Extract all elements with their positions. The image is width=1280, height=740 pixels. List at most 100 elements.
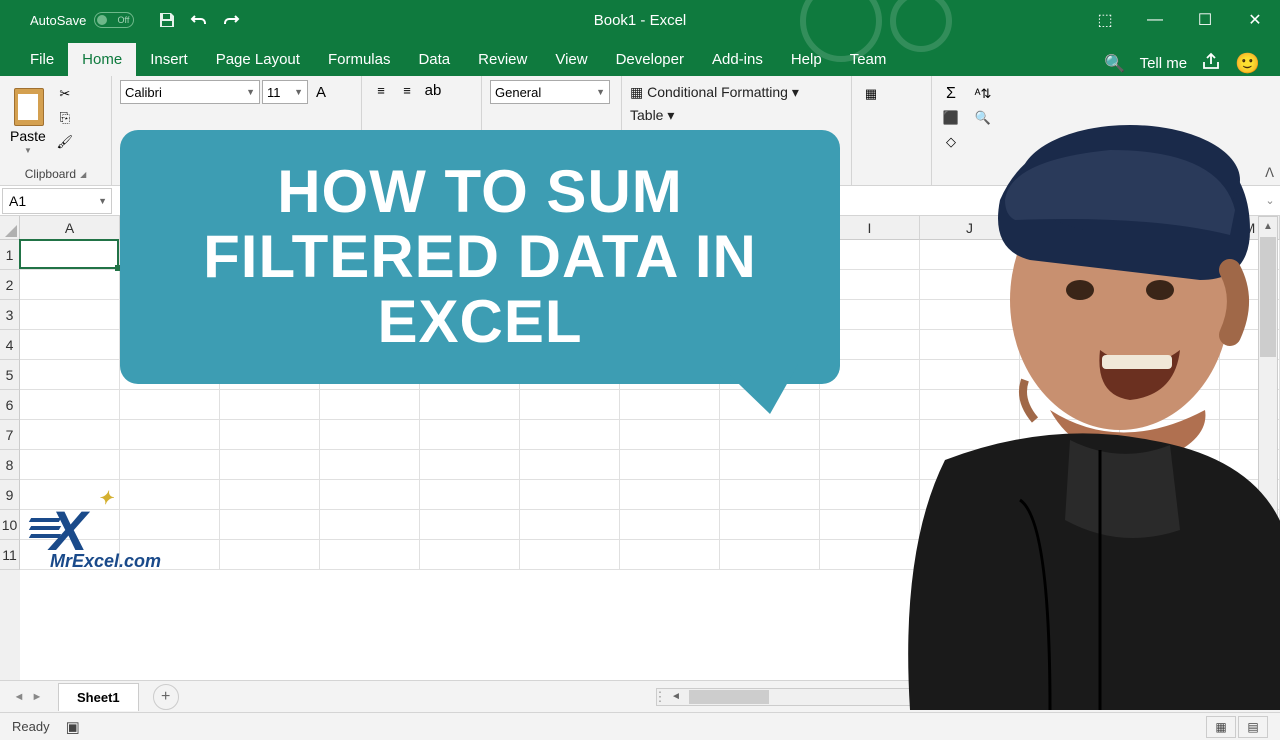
cell[interactable]	[520, 480, 620, 510]
tab-home[interactable]: Home	[68, 43, 136, 76]
row-header[interactable]: 1	[0, 240, 20, 270]
cell[interactable]	[320, 420, 420, 450]
find-select-icon[interactable]: 🔍	[972, 108, 994, 128]
cell[interactable]	[820, 390, 920, 420]
cell[interactable]	[220, 450, 320, 480]
cell[interactable]	[220, 480, 320, 510]
tab-review[interactable]: Review	[464, 43, 541, 76]
expand-formula-bar-icon[interactable]: ⌄	[1260, 194, 1280, 207]
ribbon-options-icon[interactable]: ⬚	[1080, 0, 1130, 40]
sort-filter-icon[interactable]: ᴬ⇅	[972, 84, 994, 104]
cell[interactable]	[1020, 360, 1120, 390]
cell[interactable]	[520, 390, 620, 420]
increase-font-icon[interactable]: A	[310, 82, 332, 102]
paste-button[interactable]: Paste ▼	[8, 80, 48, 157]
cell[interactable]	[1120, 300, 1220, 330]
cell[interactable]	[920, 330, 1020, 360]
cell[interactable]	[1120, 480, 1220, 510]
cell[interactable]	[20, 420, 120, 450]
cell[interactable]	[220, 420, 320, 450]
minimize-button[interactable]: —	[1130, 0, 1180, 40]
cell[interactable]	[1020, 300, 1120, 330]
cell[interactable]	[20, 240, 120, 270]
row-header[interactable]: 6	[0, 390, 20, 420]
number-format-combo[interactable]: General▼	[490, 80, 610, 104]
copy-icon[interactable]: ⎘	[54, 108, 76, 128]
cell[interactable]	[1020, 420, 1120, 450]
cell[interactable]	[620, 540, 720, 570]
row-header[interactable]: 7	[0, 420, 20, 450]
font-size-combo[interactable]: 11▼	[262, 80, 308, 104]
cell[interactable]	[1020, 390, 1120, 420]
cell[interactable]	[220, 540, 320, 570]
cell[interactable]	[1020, 510, 1120, 540]
cell[interactable]	[1120, 540, 1220, 570]
tab-page-layout[interactable]: Page Layout	[202, 43, 314, 76]
sheet-tab[interactable]: Sheet1	[58, 683, 139, 711]
cell[interactable]	[320, 510, 420, 540]
column-header[interactable]: A	[20, 216, 120, 240]
select-all-button[interactable]	[0, 216, 20, 240]
tab-file[interactable]: File	[16, 43, 68, 76]
cell[interactable]	[920, 390, 1020, 420]
cell[interactable]	[120, 540, 220, 570]
row-header[interactable]: 8	[0, 450, 20, 480]
align-top-icon[interactable]: ≡	[370, 80, 392, 100]
align-middle-icon[interactable]: ≡	[396, 80, 418, 100]
cell[interactable]	[920, 510, 1020, 540]
horizontal-scrollbar[interactable]: ⋮◄	[656, 688, 1256, 706]
cell[interactable]	[1120, 510, 1220, 540]
cell[interactable]	[120, 450, 220, 480]
cell[interactable]	[120, 510, 220, 540]
cell[interactable]	[1120, 420, 1220, 450]
cell[interactable]	[20, 360, 120, 390]
cell[interactable]	[1120, 390, 1220, 420]
search-icon[interactable]: 🔍	[1104, 54, 1125, 74]
cell[interactable]	[920, 540, 1020, 570]
cell[interactable]	[220, 510, 320, 540]
tab-developer[interactable]: Developer	[602, 43, 698, 76]
cell[interactable]	[1120, 330, 1220, 360]
row-header[interactable]: 9	[0, 480, 20, 510]
cell[interactable]	[20, 300, 120, 330]
cell[interactable]	[1020, 330, 1120, 360]
cell[interactable]	[920, 300, 1020, 330]
cell[interactable]	[20, 330, 120, 360]
cell[interactable]	[720, 480, 820, 510]
column-header[interactable]: J	[920, 216, 1020, 240]
conditional-formatting-button[interactable]: ▦ Conditional Formatting ▾	[630, 84, 799, 101]
tab-formulas[interactable]: Formulas	[314, 43, 405, 76]
row-header[interactable]: 11	[0, 540, 20, 570]
cell[interactable]	[920, 240, 1020, 270]
cell[interactable]	[820, 510, 920, 540]
name-box[interactable]: A1▼	[2, 188, 112, 214]
cell[interactable]	[720, 510, 820, 540]
cell[interactable]	[820, 540, 920, 570]
cell[interactable]	[920, 450, 1020, 480]
cell[interactable]	[20, 480, 120, 510]
cell[interactable]	[120, 390, 220, 420]
tab-view[interactable]: View	[541, 43, 601, 76]
cell[interactable]	[120, 420, 220, 450]
cell[interactable]	[720, 540, 820, 570]
sheet-nav-prev-icon[interactable]: ◄	[10, 688, 28, 706]
cell[interactable]	[320, 480, 420, 510]
cell[interactable]	[820, 450, 920, 480]
cut-icon[interactable]: ✂	[54, 84, 76, 104]
share-icon[interactable]	[1201, 52, 1221, 76]
cell[interactable]	[20, 450, 120, 480]
redo-icon[interactable]	[222, 11, 240, 29]
undo-icon[interactable]	[190, 11, 208, 29]
collapse-ribbon-icon[interactable]: ᐱ	[1265, 165, 1274, 181]
insert-cells-icon[interactable]: ▦	[860, 84, 882, 104]
save-icon[interactable]	[158, 11, 176, 29]
autosum-icon[interactable]: Σ	[940, 84, 962, 104]
cell[interactable]	[320, 450, 420, 480]
cell[interactable]	[1020, 240, 1120, 270]
tell-me[interactable]: Tell me	[1140, 55, 1188, 72]
cell[interactable]	[420, 450, 520, 480]
sheet-nav-next-icon[interactable]: ►	[28, 688, 46, 706]
cell[interactable]	[220, 390, 320, 420]
cell[interactable]	[1020, 270, 1120, 300]
fill-icon[interactable]: ⬛	[940, 108, 962, 128]
